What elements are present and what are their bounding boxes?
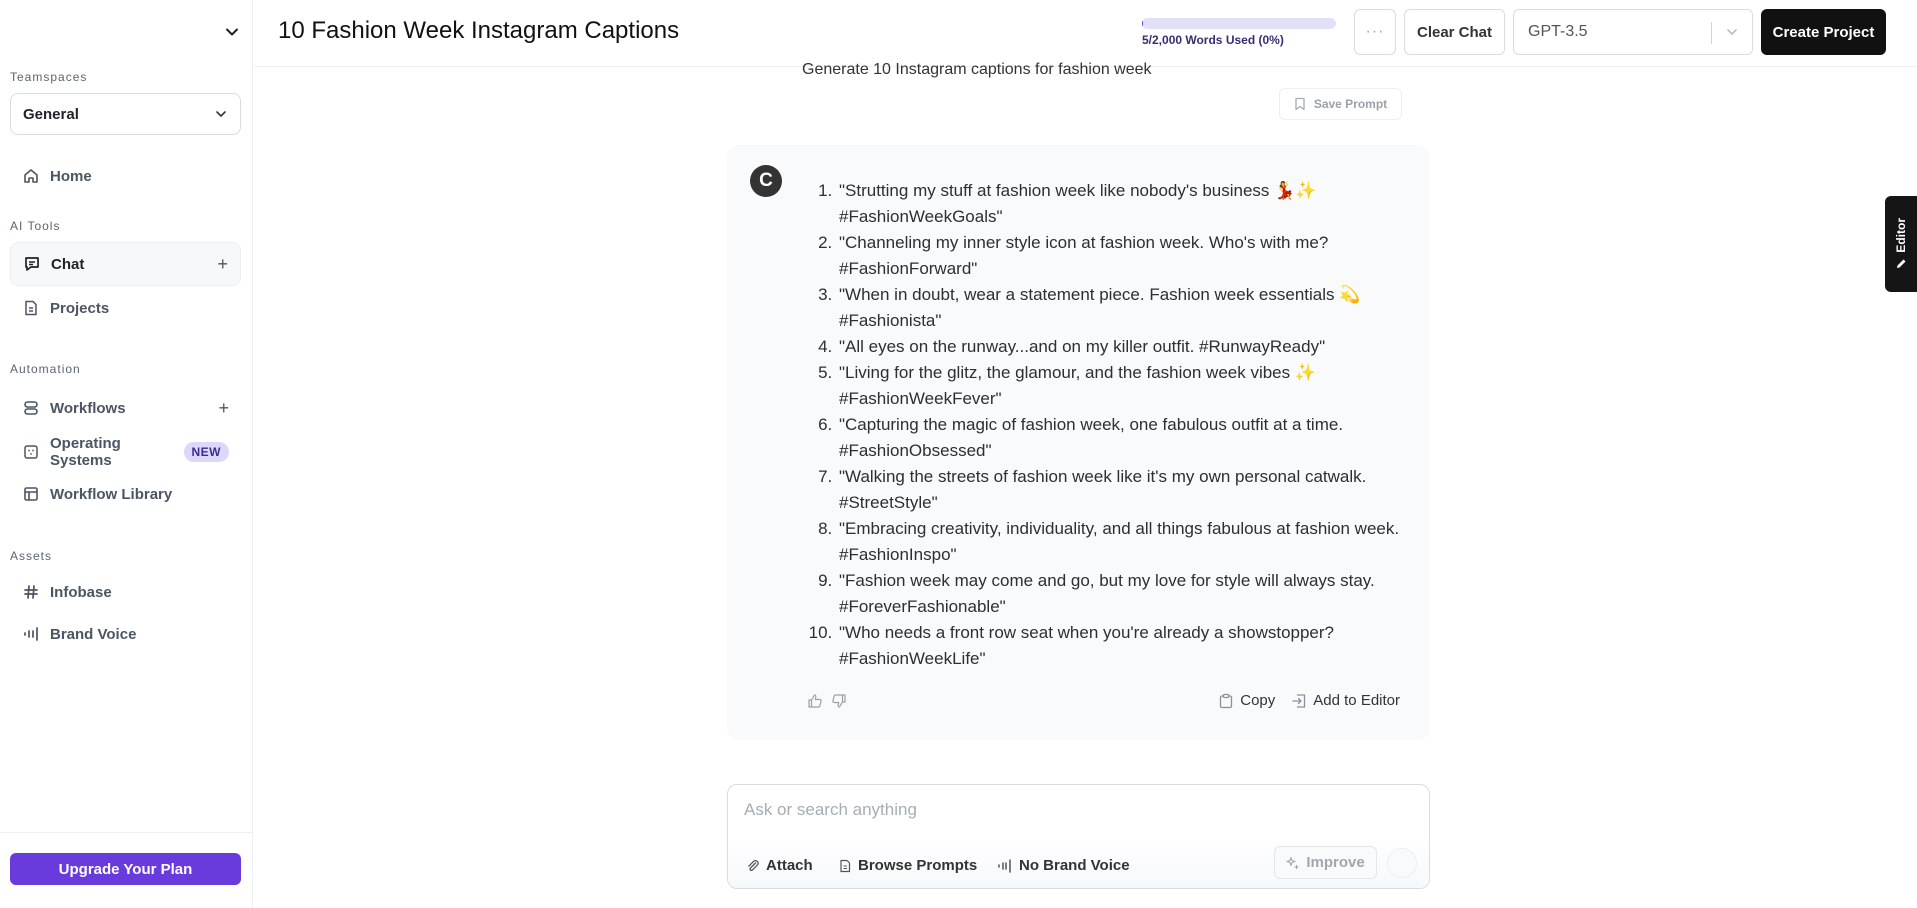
response-list-item: "Embracing creativity, individuality, an… bbox=[837, 516, 1417, 568]
brand-voice-label: No Brand Voice bbox=[1019, 857, 1130, 874]
select-separator bbox=[1711, 22, 1712, 44]
sidebar-item-label: Infobase bbox=[50, 583, 112, 601]
response-list-item: "Channeling my inner style icon at fashi… bbox=[837, 230, 1417, 282]
input-toolbar: Attach Browse Prompts No Brand Voice Imp… bbox=[728, 837, 1429, 888]
library-icon bbox=[22, 485, 40, 503]
model-select[interactable]: GPT-3.5 bbox=[1513, 9, 1753, 55]
paperclip-icon bbox=[746, 859, 760, 873]
response-list-item: "Fashion week may come and go, but my lo… bbox=[837, 568, 1417, 620]
feedback-buttons bbox=[807, 693, 847, 709]
hash-icon bbox=[22, 583, 40, 601]
editor-panel-toggle[interactable]: Editor bbox=[1885, 196, 1917, 292]
more-options-button[interactable]: ··· bbox=[1354, 9, 1396, 55]
sidebar: Teamspaces General Home AI Tools Chat + … bbox=[0, 0, 253, 908]
sidebar-item-workflow-library[interactable]: Workflow Library bbox=[10, 472, 241, 516]
import-icon bbox=[1291, 693, 1307, 709]
sidebar-item-chat[interactable]: Chat + bbox=[10, 242, 241, 286]
sidebar-item-label: Operating Systems bbox=[50, 435, 121, 469]
model-selected-value: GPT-3.5 bbox=[1528, 23, 1588, 40]
page-title: 10 Fashion Week Instagram Captions bbox=[278, 17, 680, 44]
sidebar-item-projects[interactable]: Projects bbox=[10, 286, 241, 330]
add-workflow-button[interactable]: + bbox=[218, 398, 229, 419]
browse-prompts-button[interactable]: Browse Prompts bbox=[838, 857, 977, 874]
response-list-item: "When in doubt, wear a statement piece. … bbox=[837, 282, 1417, 334]
sidebar-item-workflows[interactable]: Workflows + bbox=[10, 386, 241, 430]
assistant-avatar: C bbox=[750, 165, 782, 197]
attach-label: Attach bbox=[766, 857, 813, 874]
send-button[interactable] bbox=[1387, 848, 1417, 878]
clear-chat-button[interactable]: Clear Chat bbox=[1404, 9, 1505, 55]
sidebar-item-label: Workflows bbox=[50, 399, 126, 417]
user-prompt-message: Generate 10 Instagram captions for fashi… bbox=[802, 61, 1152, 78]
teamspaces-label: Teamspaces bbox=[10, 70, 88, 84]
response-actions: Copy Add to Editor bbox=[1218, 692, 1400, 709]
save-prompt-button[interactable]: Save Prompt bbox=[1279, 88, 1402, 120]
brand-voice-button[interactable]: No Brand Voice bbox=[997, 857, 1130, 874]
voice-icon bbox=[22, 625, 40, 643]
sidebar-item-label: Projects bbox=[50, 299, 110, 317]
assets-label: Assets bbox=[10, 549, 53, 563]
assistant-response-card: C "Strutting my stuff at fashion week li… bbox=[727, 145, 1430, 740]
sidebar-item-operating-systems[interactable]: Operating Systems NEW bbox=[10, 430, 241, 474]
sparkle-icon bbox=[1286, 856, 1300, 870]
sidebar-item-brand-voice[interactable]: Brand Voice bbox=[10, 612, 241, 656]
sidebar-collapse-button[interactable] bbox=[222, 22, 242, 42]
add-chat-button[interactable]: + bbox=[217, 254, 228, 275]
sidebar-item-label: Brand Voice bbox=[50, 625, 137, 643]
new-badge: NEW bbox=[183, 442, 229, 462]
response-list-item: "Strutting my stuff at fashion week like… bbox=[837, 178, 1417, 230]
sidebar-item-label: Home bbox=[50, 167, 92, 185]
usage-progress-bar bbox=[1142, 18, 1336, 29]
automation-label: Automation bbox=[10, 362, 81, 376]
word-usage-meter: 5/2,000 Words Used (0%) bbox=[1142, 18, 1336, 47]
response-list-item: "Living for the glitz, the glamour, and … bbox=[837, 360, 1417, 412]
copy-button[interactable]: Copy bbox=[1218, 692, 1275, 709]
chevron-down-icon bbox=[1727, 29, 1737, 36]
clipboard-icon bbox=[1218, 693, 1234, 709]
thumbs-down-icon[interactable] bbox=[831, 693, 847, 709]
header: 10 Fashion Week Instagram Captions 5/2,0… bbox=[254, 0, 1917, 67]
ai-tools-label: AI Tools bbox=[10, 219, 61, 233]
copy-label: Copy bbox=[1240, 692, 1276, 709]
pencil-icon bbox=[1895, 258, 1907, 270]
chevron-down-icon bbox=[216, 111, 226, 118]
bookmark-icon bbox=[1294, 97, 1306, 111]
usage-text: 5/2,000 Words Used (0%) bbox=[1142, 33, 1284, 47]
chat-input[interactable] bbox=[744, 795, 1404, 825]
attach-button[interactable]: Attach bbox=[746, 857, 813, 874]
thumbs-up-icon[interactable] bbox=[807, 693, 823, 709]
add-to-editor-button[interactable]: Add to Editor bbox=[1291, 692, 1400, 709]
os-icon bbox=[22, 443, 40, 461]
browse-prompts-label: Browse Prompts bbox=[858, 857, 978, 874]
create-project-button[interactable]: Create Project bbox=[1761, 9, 1886, 55]
teamspace-select[interactable]: General bbox=[10, 93, 241, 135]
sidebar-item-label: Workflow Library bbox=[50, 485, 173, 503]
upgrade-plan-button[interactable]: Upgrade Your Plan bbox=[10, 853, 241, 885]
improve-button[interactable]: Improve bbox=[1274, 846, 1377, 879]
chat-icon bbox=[23, 255, 41, 273]
sidebar-item-home[interactable]: Home bbox=[10, 154, 241, 198]
response-list-item: "Walking the streets of fashion week lik… bbox=[837, 464, 1417, 516]
sidebar-item-label: Chat bbox=[51, 255, 85, 273]
voice-icon bbox=[997, 858, 1013, 874]
sidebar-item-infobase[interactable]: Infobase bbox=[10, 570, 241, 614]
improve-label: Improve bbox=[1306, 854, 1365, 871]
teamspace-selected-value: General bbox=[23, 105, 79, 123]
add-to-editor-label: Add to Editor bbox=[1313, 692, 1400, 709]
ellipsis-icon: ··· bbox=[1365, 23, 1385, 40]
document-icon bbox=[22, 299, 40, 317]
document-icon bbox=[838, 859, 852, 873]
sidebar-divider bbox=[0, 832, 253, 833]
response-list-item: "All eyes on the runway...and on my kill… bbox=[837, 334, 1417, 360]
response-list: "Strutting my stuff at fashion week like… bbox=[837, 178, 1417, 672]
editor-tab-label: Editor bbox=[1894, 217, 1908, 253]
response-list-item: "Who needs a front row seat when you're … bbox=[837, 620, 1417, 672]
response-list-item: "Capturing the magic of fashion week, on… bbox=[837, 412, 1417, 464]
chevron-down-icon bbox=[226, 28, 238, 36]
home-icon bbox=[22, 167, 40, 185]
chat-input-box: Attach Browse Prompts No Brand Voice Imp… bbox=[727, 784, 1430, 889]
save-prompt-label: Save Prompt bbox=[1313, 97, 1388, 111]
workflow-icon bbox=[22, 399, 40, 417]
